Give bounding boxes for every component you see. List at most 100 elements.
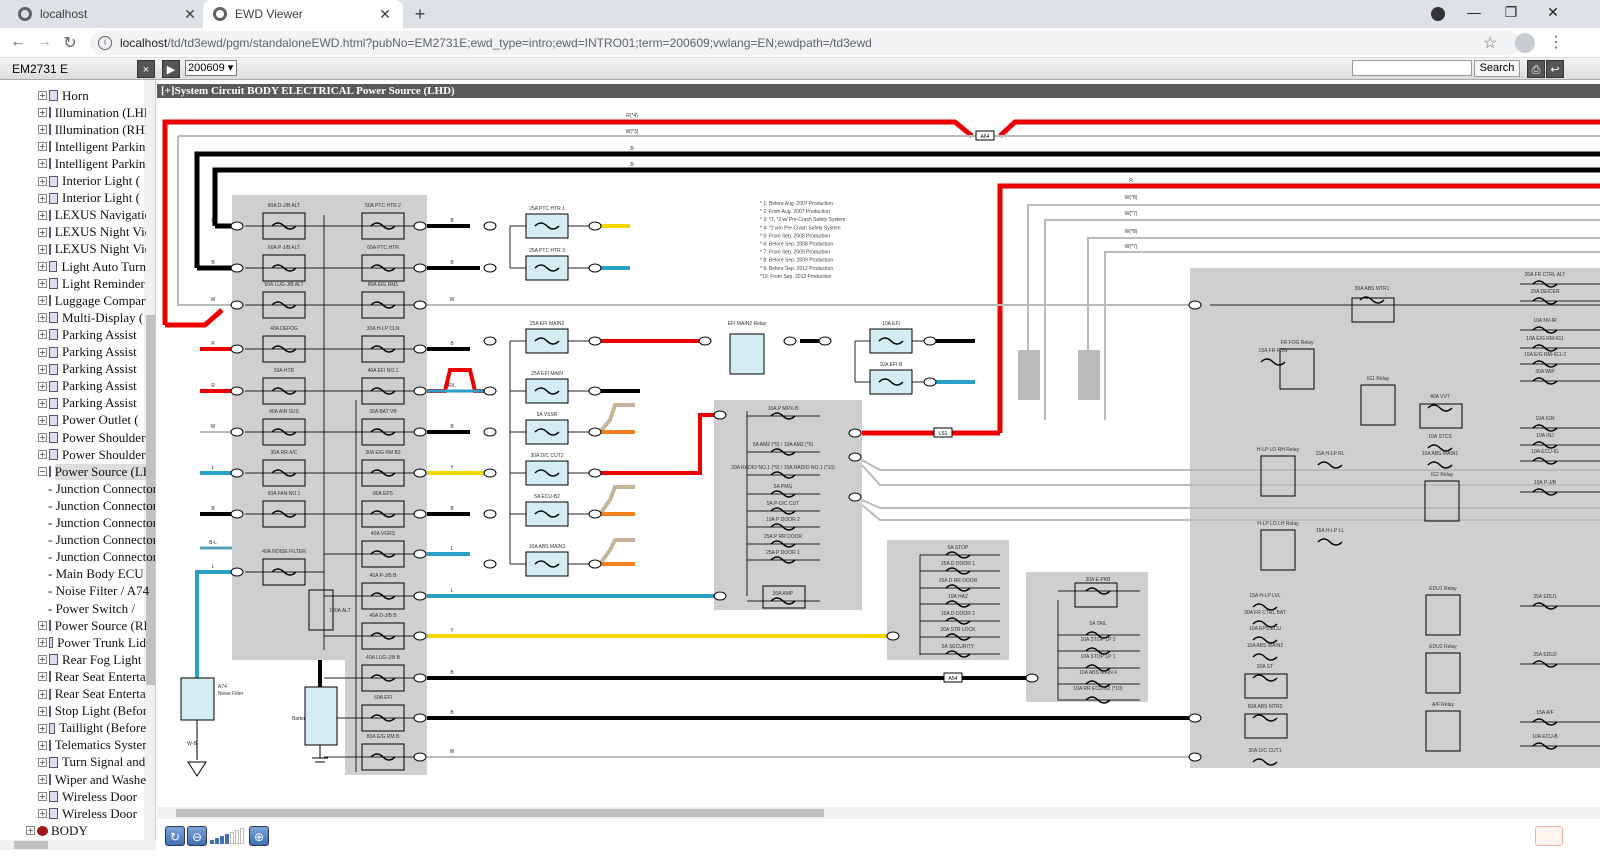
search-button[interactable]: Search (1474, 60, 1520, 77)
expand-icon[interactable]: + (38, 347, 47, 357)
tree-item[interactable]: - Main Body ECU (48, 566, 155, 583)
media-control-icon[interactable] (1431, 7, 1445, 21)
tree-item[interactable]: - Junction Connector (48, 480, 155, 497)
tree-item[interactable]: + Intelligent Parking (38, 155, 146, 172)
tree-category-body[interactable]: + BODY (26, 822, 134, 839)
tree-item[interactable]: + Rear Seat Entertainment (38, 686, 146, 703)
expand-icon[interactable]: + (38, 723, 47, 733)
tree-item[interactable]: + LEXUS Navigation (38, 207, 146, 224)
expand-icon[interactable]: + (38, 313, 47, 323)
tree-item[interactable]: + Illumination (LHD) (38, 104, 146, 121)
tree-item[interactable]: + Rear Seat Entertainment (38, 668, 146, 685)
expand-icon[interactable]: + (38, 262, 47, 271)
sidebar-h-scroll-thumb[interactable] (14, 841, 48, 849)
expand-icon[interactable]: + (38, 757, 47, 767)
restore-button[interactable]: ❐ (1496, 4, 1526, 21)
tree-item[interactable]: + Wireless Door (38, 788, 146, 805)
bookmark-star-icon[interactable]: ☆ (1483, 33, 1497, 53)
tree-item[interactable]: + Intelligent Parking (38, 138, 146, 155)
term-select[interactable]: 200609 ▾ (185, 60, 237, 76)
expand-icon[interactable]: + (38, 142, 47, 152)
expand-icon[interactable]: + (38, 638, 47, 648)
expand-icon[interactable]: + (38, 176, 47, 186)
expand-icon[interactable]: + (38, 91, 47, 100)
tree-item[interactable]: + Turn Signal and (38, 754, 146, 771)
expand-icon[interactable]: + (38, 227, 47, 237)
expand-icon[interactable]: + (38, 433, 47, 442)
tree-item[interactable]: + Power Shoulder (38, 429, 146, 446)
close-tab-icon[interactable]: ✕ (182, 6, 198, 23)
expand-icon[interactable]: + (38, 125, 47, 135)
zoom-level-step[interactable] (235, 830, 239, 844)
expand-icon[interactable]: + (38, 159, 47, 169)
tree-item[interactable]: + Power Shoulder (38, 446, 146, 463)
expand-icon[interactable]: + (38, 398, 47, 408)
expand-icon[interactable]: + (38, 792, 47, 802)
tab-ewd-viewer[interactable]: EWD Viewer ✕ (203, 0, 403, 28)
expand-icon[interactable]: + (38, 279, 47, 289)
tree-item[interactable]: + Stop Light (Before (38, 703, 146, 720)
info-icon[interactable]: i (98, 36, 112, 50)
tree-item[interactable]: - Noise Filter / A74 (48, 583, 155, 600)
menu-kebab-icon[interactable]: ⋮ (1548, 32, 1564, 52)
expand-icon[interactable]: + (38, 210, 47, 220)
profile-avatar[interactable] (1515, 33, 1535, 53)
print-icon[interactable]: ⎙ (1527, 60, 1545, 78)
zoom-in-icon[interactable]: ⊕ (249, 826, 269, 846)
tree-item[interactable]: + Rear Fog Light (38, 651, 146, 668)
expand-icon[interactable]: + (38, 296, 47, 306)
tree-item[interactable]: + Interior Light ( (38, 173, 146, 190)
tree-item[interactable]: + Telematics System (38, 737, 146, 754)
tree-item[interactable]: + Light Auto Turn (38, 258, 146, 275)
zoom-level-step[interactable] (240, 828, 244, 844)
tree-item[interactable]: + Parking Assist (38, 378, 146, 395)
expand-icon[interactable]: + (38, 706, 47, 716)
zoom-level-step[interactable] (225, 834, 229, 844)
tree-item[interactable]: −Power Source (LHD) (38, 463, 146, 480)
expand-icon[interactable]: + (38, 193, 47, 203)
forward-button[interactable]: → (34, 33, 54, 51)
expand-icon[interactable]: + (38, 381, 47, 391)
tree-item[interactable]: + Light Reminder (38, 275, 146, 292)
expand-icon[interactable]: + (38, 775, 47, 784)
tree-item[interactable]: + Wiper and Washer (38, 771, 146, 788)
reload-button[interactable]: ↻ (60, 33, 80, 53)
close-window-button[interactable]: ✕ (1538, 4, 1568, 21)
expand-icon[interactable]: + (26, 826, 35, 836)
tree-item[interactable]: + Illumination (RHD) (38, 121, 146, 138)
expand-icon[interactable]: + (38, 450, 47, 460)
tree-item[interactable]: + LEXUS Night View (38, 224, 146, 241)
expand-icon[interactable]: + (38, 672, 47, 682)
tree-item[interactable]: + Taillight (Before (38, 720, 146, 737)
feedback-icon[interactable] (1535, 826, 1563, 846)
tree-item[interactable]: - Junction Connector (48, 515, 155, 532)
tree-item[interactable]: + Power Trunk Lid (38, 634, 146, 651)
tree-item[interactable]: - Junction Connector (48, 532, 155, 549)
expand-icon[interactable]: + (38, 740, 47, 750)
tree-item[interactable]: - Power Switch / (48, 600, 155, 617)
expand-icon[interactable]: + (38, 809, 47, 819)
tree-item[interactable]: + Wireless Door (38, 805, 146, 822)
url-field[interactable]: i localhost/td/td3ewd/pgm/standaloneEWD.… (90, 31, 1520, 55)
zoom-out-icon[interactable]: ⊖ (187, 826, 207, 846)
tree-item[interactable]: + Multi-Display ( (38, 309, 146, 326)
zoom-level-step[interactable] (210, 840, 214, 844)
tree-item[interactable]: + Interior Light ( (38, 190, 146, 207)
tree-item[interactable]: - Junction Connector (48, 497, 155, 514)
refresh-icon[interactable]: ↻ (165, 826, 185, 846)
expand-icon[interactable]: + (38, 689, 47, 699)
zoom-level-step[interactable] (230, 832, 234, 844)
collapse-icon[interactable]: − (38, 467, 47, 477)
zoom-level-step[interactable] (215, 838, 219, 844)
tree-item[interactable]: + Parking Assist (38, 344, 146, 361)
expand-button[interactable]: ▶ (162, 60, 180, 78)
tree-item[interactable]: + Power Source (RHD) (38, 617, 146, 634)
search-input[interactable] (1352, 60, 1472, 76)
minimize-button[interactable]: — (1459, 4, 1489, 20)
close-tree-button[interactable]: × (137, 60, 155, 78)
wiring-diagram[interactable]: 80A D-J/B ALT 60A P-J/B ALT 50A LUG-J/B AL… (157, 98, 1600, 806)
expand-icon[interactable]: + (38, 415, 47, 425)
new-tab-button[interactable]: + (410, 4, 430, 25)
expand-icon[interactable]: + (38, 108, 47, 118)
tree-item[interactable]: + Luggage Compartment (38, 292, 146, 309)
